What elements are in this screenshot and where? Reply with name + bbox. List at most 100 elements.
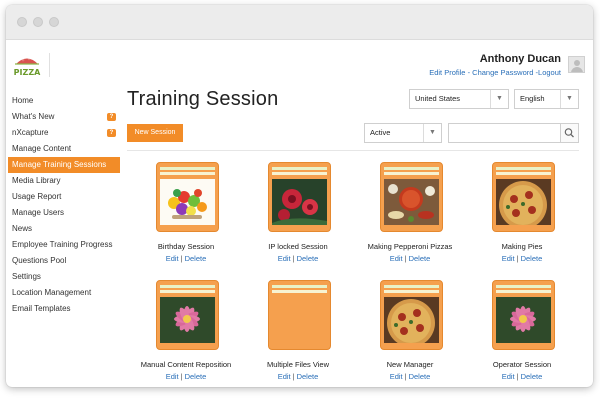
sidebar-item-label: Employee Training Progress [12, 240, 113, 249]
change-password-link[interactable]: Change Password [472, 68, 533, 77]
edit-link[interactable]: Edit [390, 254, 403, 263]
folder-icon[interactable] [156, 162, 219, 232]
logo-text: PIZZA [14, 68, 41, 77]
user-name: Anthony Ducan [479, 53, 561, 65]
folder-icon[interactable] [492, 162, 555, 232]
session-title: Manual Content Reposition [140, 360, 232, 369]
delete-link[interactable]: Delete [297, 372, 319, 381]
dropdown-arrow-icon[interactable]: ▼ [490, 90, 508, 108]
edit-link[interactable]: Edit [278, 254, 291, 263]
edit-link[interactable]: Edit [502, 254, 515, 263]
sidebar-item-questions-pool[interactable]: Questions Pool [8, 253, 120, 269]
delete-link[interactable]: Delete [521, 254, 543, 263]
pizza-ingredients-thumbnail [384, 179, 439, 225]
sidebar-item-label: Home [12, 96, 34, 105]
help-badge-icon[interactable]: ? [107, 113, 116, 121]
pink-flower-thumbnail [496, 297, 551, 343]
app-header: PIZZA Anthony Ducan Edit Profile - Chang… [6, 41, 593, 86]
page-title: Training Session [127, 88, 279, 110]
sidebar-item-label: Usage Report [12, 192, 62, 201]
session-actions: Edit | Delete [130, 372, 242, 381]
session-title: Operator Session [492, 360, 552, 369]
delete-link[interactable]: Delete [409, 372, 431, 381]
pink-flower-thumbnail [160, 297, 215, 343]
status-filter-select[interactable]: Active ▼ [364, 123, 442, 143]
sidebar-item-label: Media Library [12, 176, 61, 185]
sidebar-item-label: Manage Users [12, 208, 65, 217]
pizza-logo[interactable]: PIZZA [12, 51, 42, 79]
folder-icon[interactable] [156, 280, 219, 350]
session-card[interactable]: Manual Content Reposition Edit | Delete [130, 280, 242, 392]
help-badge-icon[interactable]: ? [107, 129, 116, 137]
logo-divider [49, 53, 50, 77]
edit-link[interactable]: Edit [166, 254, 179, 263]
session-title: Multiple Files View [267, 360, 329, 369]
sidebar-item-label: What's New [12, 112, 55, 121]
session-card[interactable]: Birthday Session Edit | Delete [130, 162, 242, 274]
sidebar-item-manage-content[interactable]: Manage Content [8, 141, 120, 157]
sidebar-item-label: Email Templates [12, 304, 71, 313]
folder-icon[interactable] [492, 280, 555, 350]
avatar[interactable] [568, 56, 585, 73]
session-card[interactable]: Multiple Files View Edit | Delete [242, 280, 354, 392]
sidebar-item-label: Settings [12, 272, 41, 281]
delete-link[interactable]: Delete [185, 372, 207, 381]
red-flower-thumbnail [272, 179, 327, 225]
session-card[interactable]: Making Pies Edit | Delete [466, 162, 578, 274]
session-actions: Edit | Delete [242, 372, 354, 381]
sidebar-item-manage-users[interactable]: Manage Users [8, 205, 120, 221]
edit-link[interactable]: Edit [278, 372, 291, 381]
sidebar-item-label: News [12, 224, 33, 233]
sidebar-item-employee-training-progress[interactable]: Employee Training Progress [8, 237, 120, 253]
session-card[interactable]: Making Pepperoni Pizzas Edit | Delete [354, 162, 466, 274]
folder-icon[interactable] [268, 162, 331, 232]
session-card[interactable]: New Manager Edit | Delete [354, 280, 466, 392]
sidebar-item-label: nXcapture [12, 128, 49, 137]
search-button[interactable] [560, 123, 579, 143]
dropdown-arrow-icon[interactable]: ▼ [560, 90, 578, 108]
sidebar-item-nxcapture[interactable]: nXcapture? [8, 125, 120, 141]
sidebar-item-location-management[interactable]: Location Management [8, 285, 120, 301]
sidebar-item-label: Location Management [12, 288, 92, 297]
sidebar-item-whats-new[interactable]: What's New? [8, 109, 120, 125]
toolbar-divider [127, 150, 579, 151]
session-card[interactable]: Operator Session Edit | Delete [466, 280, 578, 392]
search-input[interactable] [448, 123, 561, 143]
sidebar-item-email-templates[interactable]: Email Templates [8, 301, 120, 317]
delete-link[interactable]: Delete [297, 254, 319, 263]
status-select-value: Active [370, 128, 391, 137]
sidebar-item-manage-training-sessions[interactable]: Manage Training Sessions [8, 157, 120, 173]
sidebar-item-news[interactable]: News [8, 221, 120, 237]
edit-link[interactable]: Edit [390, 372, 403, 381]
sidebar-item-usage-report[interactable]: Usage Report [8, 189, 120, 205]
session-title: Making Pies [501, 242, 543, 251]
session-title: New Manager [386, 360, 434, 369]
sidebar-item-settings[interactable]: Settings [8, 269, 120, 285]
logout-link[interactable]: Logout [538, 68, 561, 77]
user-links: Edit Profile - Change Password -Logout [429, 68, 561, 77]
country-select[interactable]: United States ▼ [409, 89, 509, 109]
pizza-thumbnail [384, 297, 439, 343]
new-session-button[interactable]: New Session [127, 124, 183, 142]
edit-link[interactable]: Edit [166, 372, 179, 381]
session-card[interactable]: IP locked Session Edit | Delete [242, 162, 354, 274]
search-icon [564, 128, 574, 138]
fruit-thumbnail [160, 179, 215, 225]
session-title: Making Pepperoni Pizzas [367, 242, 453, 251]
sidebar-item-label: Manage Training Sessions [12, 160, 107, 169]
folder-icon[interactable] [268, 280, 331, 350]
sidebar-item-media-library[interactable]: Media Library [8, 173, 120, 189]
session-actions: Edit | Delete [354, 372, 466, 381]
delete-link[interactable]: Delete [521, 372, 543, 381]
language-select[interactable]: English ▼ [514, 89, 579, 109]
delete-link[interactable]: Delete [409, 254, 431, 263]
folder-icon[interactable] [380, 162, 443, 232]
sidebar-item-label: Questions Pool [12, 256, 67, 265]
edit-link[interactable]: Edit [502, 372, 515, 381]
edit-profile-link[interactable]: Edit Profile [429, 68, 465, 77]
folder-icon[interactable] [380, 280, 443, 350]
delete-link[interactable]: Delete [185, 254, 207, 263]
sidebar-item-home[interactable]: Home [8, 93, 120, 109]
dropdown-arrow-icon[interactable]: ▼ [423, 124, 441, 142]
session-actions: Edit | Delete [466, 372, 578, 381]
